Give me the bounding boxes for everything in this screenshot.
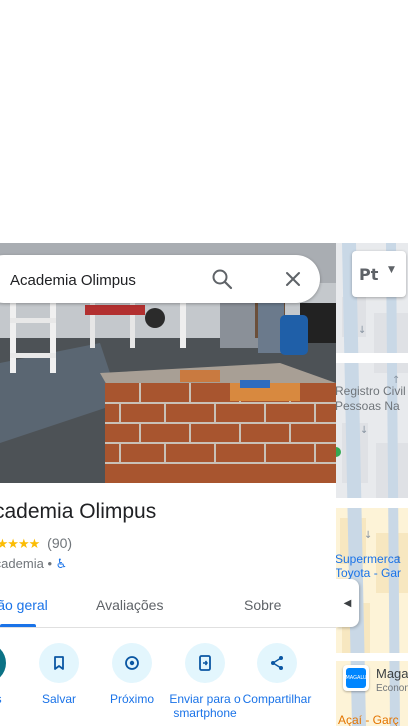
collapse-panel-button[interactable]: ◀ (336, 579, 359, 627)
map-label-registro-2[interactable]: Pessoas Na (336, 399, 400, 413)
map-streets: ↓ ↓ ↓ ↑ ↑ (336, 243, 408, 726)
wheelchair-accessible-icon: ♿ (55, 557, 68, 572)
nearby-button[interactable]: Próximo (96, 643, 168, 706)
category-row: Academia • ♿ (0, 556, 67, 572)
save-label: Salvar (41, 692, 76, 706)
place-title: Academia Olimpus (0, 500, 157, 523)
map-label-super-2[interactable]: Toyota - Gar (336, 566, 401, 580)
svg-text:↓: ↓ (358, 325, 366, 336)
rating-count[interactable]: (90) (47, 535, 72, 551)
map-label-store-2: Econom (376, 683, 408, 694)
map-label-super-1[interactable]: Supermerca (336, 552, 400, 566)
map-label-store-3[interactable]: Açaí - Garç (338, 713, 399, 726)
tab-reviews[interactable]: Avaliações (96, 597, 163, 613)
store-logo-icon[interactable]: MAGALU (343, 665, 369, 691)
map-layers-button[interactable]: Pt ▼ (352, 251, 406, 297)
chevron-left-icon: ◀ (343, 597, 352, 609)
map-label-registro-1[interactable]: Registro Civil (336, 384, 406, 398)
map-label-store-1[interactable]: Magalu (376, 667, 408, 681)
place-tabs: Visão geral Avaliações Sobre (0, 583, 336, 628)
directions-icon (0, 643, 6, 683)
place-panel: Academia Olimpus ★★★★★ (90) Academia • ♿… (0, 243, 336, 726)
layer-label: Pt (359, 265, 379, 284)
search-icon[interactable] (208, 265, 236, 293)
directions-label: Rotas (0, 692, 22, 706)
bookmark-icon (39, 643, 79, 683)
rating-stars: ★★★★★ (0, 536, 40, 551)
share-label: Compartilhar (242, 692, 312, 706)
svg-text:↓: ↓ (360, 425, 368, 436)
svg-text:↓: ↓ (364, 530, 372, 541)
blank-top-area (0, 0, 408, 243)
directions-button[interactable]: Rotas (0, 643, 22, 706)
share-button[interactable]: Compartilhar (241, 643, 313, 706)
send-to-phone-label: Enviar para o smartphone (169, 692, 241, 720)
tab-about[interactable]: Sobre (244, 597, 281, 613)
rating-row[interactable]: ★★★★★ (90) (0, 535, 72, 552)
active-tab-indicator (0, 624, 36, 627)
share-icon (257, 643, 297, 683)
nearby-label: Próximo (109, 692, 154, 706)
send-to-phone-button[interactable]: Enviar para o smartphone (169, 643, 241, 720)
place-category[interactable]: Academia (0, 556, 44, 571)
nearby-icon (112, 643, 152, 683)
dropdown-arrow-icon: ▼ (388, 265, 395, 275)
category-separator: • (47, 556, 52, 571)
tab-overview[interactable]: Visão geral (0, 597, 48, 613)
send-to-phone-icon (185, 643, 225, 683)
magalu-logo: MAGALU (345, 668, 367, 688)
map-view[interactable]: ↓ ↓ ↓ ↑ ↑ Registro Civil Pessoas Na Supe… (336, 243, 408, 726)
search-input[interactable] (8, 255, 212, 305)
search-bar[interactable] (0, 255, 320, 305)
save-button[interactable]: Salvar (23, 643, 95, 706)
close-icon[interactable] (279, 265, 307, 293)
